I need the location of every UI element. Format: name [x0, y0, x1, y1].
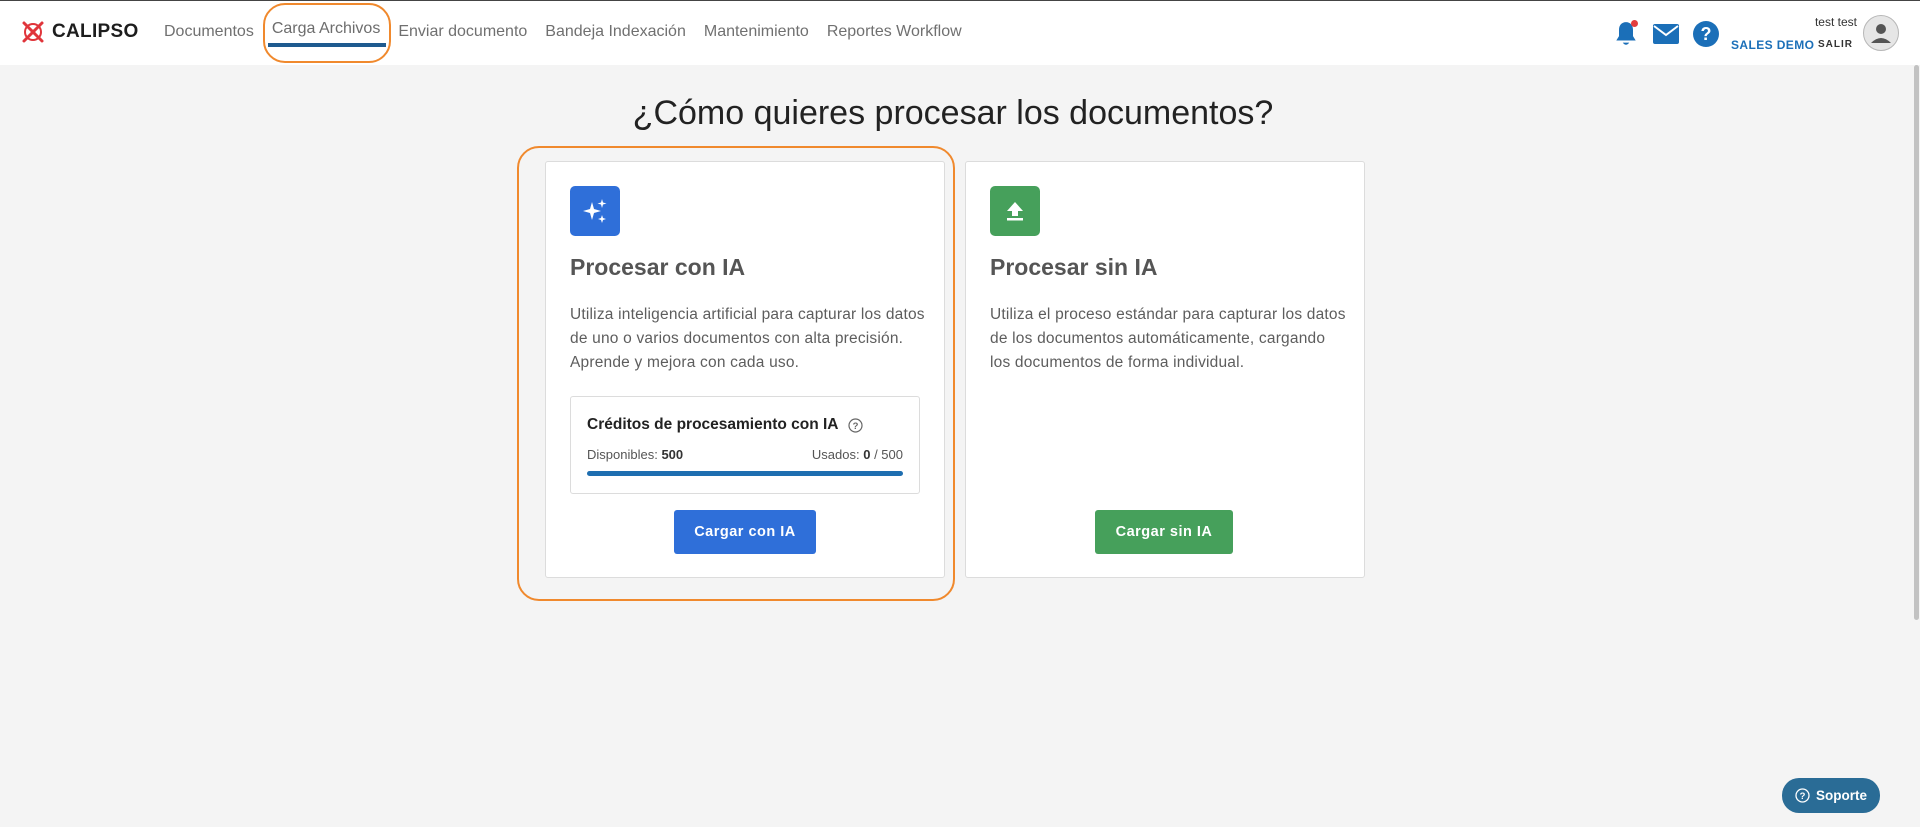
- ai-credits-panel: Créditos de procesamiento con IA ? Dispo…: [570, 396, 920, 494]
- credits-summary: Disponibles: 500 Usados: 0 / 500: [587, 447, 903, 462]
- main-nav: Documentos Carga Archivos Enviar documen…: [164, 20, 980, 47]
- nav-item-bandeja-indexacion[interactable]: Bandeja Indexación: [545, 23, 686, 41]
- nav-item-reportes-workflow[interactable]: Reportes Workflow: [827, 23, 962, 41]
- sparkles-icon: [583, 199, 607, 223]
- std-card-icon-box: [990, 186, 1040, 236]
- credits-used: Usados: 0 / 500: [812, 447, 903, 462]
- credits-used-label: Usados:: [811, 447, 860, 462]
- help-button[interactable]: ?: [1691, 19, 1721, 49]
- avatar[interactable]: [1863, 15, 1899, 51]
- scrollbar-thumb[interactable]: [1914, 65, 1919, 620]
- svg-text:?: ?: [1800, 791, 1806, 802]
- app-name: CALIPSO: [52, 21, 139, 42]
- mail-icon: [1653, 24, 1679, 44]
- svg-text:?: ?: [852, 421, 858, 432]
- notification-badge: [1631, 20, 1638, 27]
- svg-text:?: ?: [1701, 24, 1712, 44]
- nav-item-documentos[interactable]: Documentos: [164, 23, 254, 41]
- company-name: SALES DEMO: [1731, 38, 1815, 52]
- credits-title-text: Créditos de procesamiento con IA: [587, 416, 839, 433]
- ai-card-title: Procesar con IA: [570, 254, 746, 280]
- ai-card-description: Utiliza inteligencia artificial para cap…: [570, 306, 925, 371]
- page-title: ¿Cómo quieres procesar los documentos?: [632, 94, 1274, 132]
- top-bar: CALIPSO Documentos Carga Archivos Enviar…: [0, 0, 1920, 65]
- calipso-logo-icon: [22, 21, 44, 43]
- std-card-title: Procesar sin IA: [990, 254, 1158, 280]
- credits-progress-bar: [587, 471, 903, 476]
- credits-used-value: 0: [863, 447, 871, 462]
- credits-available: Disponibles: 500: [587, 447, 683, 462]
- support-label: Soporte: [1815, 788, 1867, 803]
- process-without-ai-card: Procesar sin IA Utiliza el proceso están…: [965, 161, 1365, 578]
- credits-total: / 500: [874, 447, 903, 462]
- support-button[interactable]: ? Soporte: [1782, 778, 1880, 813]
- support-help-icon: ?: [1795, 788, 1810, 803]
- ai-card-icon-box: [570, 186, 620, 236]
- notifications-button[interactable]: [1611, 19, 1641, 49]
- logout-link[interactable]: SALIR: [1818, 39, 1853, 50]
- std-card-description: Utiliza el proceso estándar para captura…: [990, 306, 1346, 371]
- upload-icon: [1007, 202, 1023, 221]
- page-scrollbar[interactable]: [1913, 65, 1920, 827]
- process-with-ai-card: Procesar con IA Utiliza inteligencia art…: [545, 161, 945, 578]
- credits-help-icon[interactable]: ?: [847, 417, 863, 433]
- upload-with-ai-button[interactable]: Cargar con IA: [674, 510, 816, 554]
- credits-available-value: 500: [661, 447, 684, 462]
- nav-item-carga-archivos[interactable]: Carga Archivos: [267, 20, 386, 47]
- app-logo[interactable]: CALIPSO: [20, 19, 139, 45]
- messages-button[interactable]: [1651, 19, 1681, 49]
- help-icon: ?: [1693, 21, 1719, 47]
- user-name: test test: [1814, 15, 1857, 29]
- upload-without-ai-button[interactable]: Cargar sin IA: [1095, 510, 1233, 554]
- credits-available-label: Disponibles:: [587, 447, 658, 462]
- nav-item-mantenimiento[interactable]: Mantenimiento: [704, 23, 809, 41]
- nav-item-enviar-documento[interactable]: Enviar documento: [398, 23, 527, 41]
- credits-title: Créditos de procesamiento con IA ?: [587, 416, 863, 434]
- user-icon: [1871, 24, 1891, 43]
